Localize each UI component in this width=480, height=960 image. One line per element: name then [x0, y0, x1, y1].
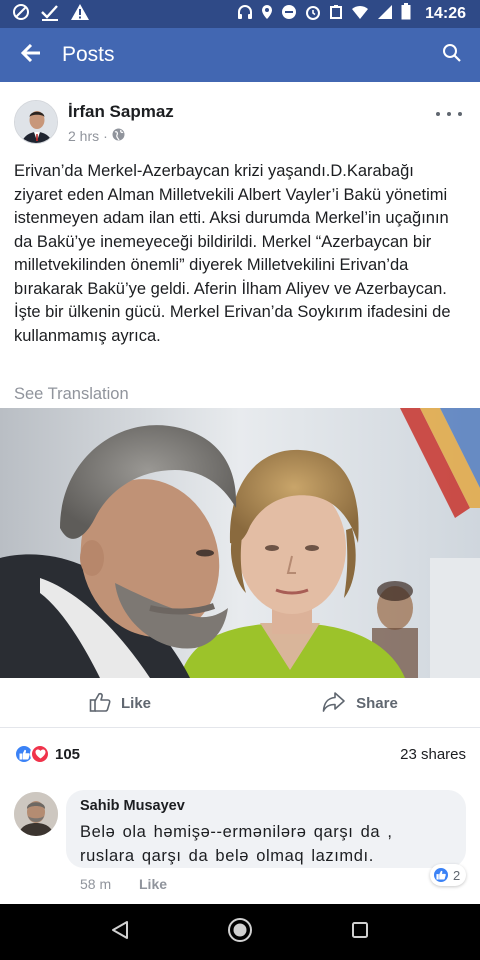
author-avatar[interactable] — [14, 100, 58, 144]
post-stats: 105 23 shares — [0, 736, 480, 772]
battery-icon — [401, 3, 411, 25]
nav-recents-button[interactable] — [340, 912, 380, 952]
reaction-summary[interactable]: 105 — [14, 744, 80, 764]
share-button[interactable]: Share — [240, 680, 480, 727]
more-dot — [447, 112, 451, 116]
home-circle-icon — [227, 917, 253, 948]
comment-reaction-badge[interactable]: 2 — [430, 864, 467, 886]
nav-home-button[interactable] — [220, 912, 260, 952]
post-header: İrfan Sapmaz 2 hrs · — [0, 90, 480, 152]
comment-reaction-count: 2 — [453, 867, 461, 883]
alarm-icon — [305, 4, 321, 25]
data-saver-icon — [12, 3, 30, 26]
shares-count[interactable]: 23 shares — [400, 746, 466, 763]
comment: Sahib Musayev Belə ola həmişə--ermənilər… — [0, 786, 480, 894]
see-translation-link[interactable]: See Translation — [14, 385, 129, 404]
signal-icon — [377, 4, 393, 25]
status-time: 14:26 — [425, 5, 466, 22]
share-label: Share — [356, 695, 398, 712]
wifi-icon — [351, 4, 369, 25]
like-label: Like — [120, 695, 151, 712]
warning-icon — [70, 3, 90, 26]
more-dot — [458, 112, 462, 116]
post-photo[interactable] — [0, 408, 480, 678]
status-bar: 14:26 — [0, 0, 480, 28]
system-nav-bar — [0, 904, 480, 960]
notification-icon — [329, 4, 343, 25]
comment-time: 58 m — [80, 876, 112, 892]
location-icon — [261, 4, 273, 25]
comment-like-reaction-icon — [432, 866, 450, 884]
love-reaction-icon — [30, 744, 50, 764]
app-bar: Posts — [0, 28, 480, 82]
thumbs-up-icon — [89, 691, 111, 717]
search-icon — [442, 43, 462, 68]
arrow-back-icon — [20, 43, 41, 67]
globe-icon — [112, 128, 125, 144]
comment-like-button[interactable]: Like — [139, 876, 167, 892]
comment-bubble[interactable]: Sahib Musayev Belə ola həmişə--ermənilər… — [66, 790, 466, 868]
share-arrow-icon — [322, 691, 346, 717]
more-dot — [436, 112, 440, 116]
reaction-count: 105 — [55, 745, 81, 763]
minus-circle-icon — [281, 4, 297, 25]
like-button[interactable]: Like — [0, 680, 240, 727]
more-options-button[interactable] — [436, 104, 462, 124]
nav-back-button[interactable] — [100, 912, 140, 952]
author-name[interactable]: İrfan Sapmaz — [68, 102, 174, 122]
page-title: Posts — [62, 43, 115, 66]
commenter-name[interactable]: Sahib Musayev — [80, 798, 452, 814]
post-time[interactable]: 2 hrs — [68, 128, 99, 144]
recents-square-icon — [351, 921, 369, 944]
search-button[interactable] — [424, 28, 480, 82]
headphones-icon — [237, 4, 253, 25]
post-meta: 2 hrs · — [68, 128, 125, 144]
commenter-avatar[interactable] — [14, 792, 58, 836]
back-button[interactable] — [0, 28, 62, 82]
post-text: Erivan’da Merkel-Azerbaycan krizi yaşand… — [14, 162, 451, 345]
check-icon — [40, 3, 60, 26]
post-actions: Like Share — [0, 680, 480, 728]
comment-text: Belə ola həmişə--ermənilərə qarşı da , r… — [80, 823, 393, 865]
back-triangle-icon — [111, 920, 129, 945]
meta-separator: · — [103, 128, 108, 144]
